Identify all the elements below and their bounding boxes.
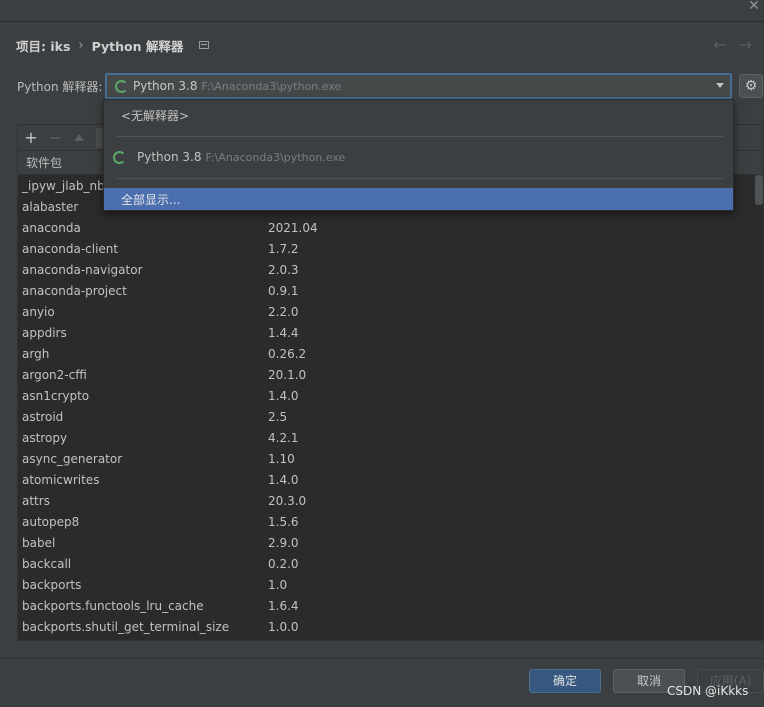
forward-arrow-icon[interactable]: → — [739, 35, 752, 54]
breadcrumb-project: 项目: iks — [16, 38, 71, 54]
table-row[interactable]: argon2-cffi 20.1.0 — [18, 364, 763, 385]
package-name: autopep8 — [22, 514, 80, 529]
package-version: 1.5.6 — [268, 514, 299, 529]
package-name: backcall — [22, 556, 72, 571]
package-version: 2.0.3 — [268, 262, 299, 277]
dropdown-divider — [116, 136, 724, 137]
table-row[interactable]: backports.shutil_get_terminal_size 1.0.0 — [18, 616, 763, 637]
dropdown-show-all-label: 全部显示... — [121, 192, 181, 207]
close-icon[interactable]: ✕ — [746, 0, 762, 14]
package-name: backports.functools_lru_cache — [22, 598, 204, 613]
package-version: 2021.04 — [268, 220, 318, 235]
interpreter-selected-name: Python 3.8 — [133, 79, 198, 93]
dropdown-item-no-interpreter[interactable]: <无解释器> — [104, 104, 733, 126]
package-version: 0.2.0 — [268, 556, 299, 571]
breadcrumb: 项目: iks › Python 解释器 — [16, 36, 210, 54]
package-version: 1.0.0 — [268, 619, 299, 634]
package-name: attrs — [22, 493, 50, 508]
table-row[interactable]: asn1crypto 1.4.0 — [18, 385, 763, 406]
package-name: anyio — [22, 304, 55, 319]
dropdown-item-show-all[interactable]: 全部显示... — [104, 188, 733, 210]
table-row[interactable]: autopep8 1.5.6 — [18, 511, 763, 532]
package-name: backports.shutil_get_terminal_size — [22, 619, 230, 634]
table-row[interactable]: atomicwrites 1.4.0 — [18, 469, 763, 490]
package-name: async_generator — [22, 451, 123, 466]
package-version: 1.10 — [268, 451, 295, 466]
table-row[interactable]: anaconda-navigator 2.0.3 — [18, 259, 763, 280]
package-name: astroid — [22, 409, 64, 424]
table-row[interactable]: async_generator 1.10 — [18, 448, 763, 469]
navigation-arrows: ← → — [713, 35, 752, 54]
table-row[interactable]: argh 0.26.2 — [18, 343, 763, 364]
table-row[interactable]: astropy 4.2.1 — [18, 427, 763, 448]
package-name: asn1crypto — [22, 388, 90, 403]
dropdown-divider — [116, 178, 724, 179]
package-version: 1.4.0 — [268, 472, 299, 487]
interpreter-dropdown: <无解释器> Python 3.8 F:\Anaconda3\python.ex… — [103, 99, 734, 211]
package-version: 1.7.2 — [268, 241, 299, 256]
package-name: anaconda-navigator — [22, 262, 143, 277]
dropdown-option-name: Python 3.8 — [137, 150, 202, 164]
upgrade-package-icon[interactable] — [74, 134, 84, 141]
package-name: anaconda — [22, 220, 81, 235]
breadcrumb-separator: › — [78, 37, 84, 53]
package-version: 1.0 — [268, 577, 288, 592]
interpreter-selected-path: F:\Anaconda3\python.exe — [201, 79, 342, 93]
table-row[interactable]: backcall 0.2.0 — [18, 553, 763, 574]
package-name: babel — [22, 535, 56, 550]
dropdown-no-interpreter-label: <无解释器> — [121, 108, 190, 123]
table-row[interactable]: backports.functools_lru_cache 1.6.4 — [18, 595, 763, 616]
window-dock-icon[interactable] — [199, 41, 210, 49]
loading-spinner-icon — [115, 79, 128, 93]
package-version: 20.1.0 — [268, 367, 307, 382]
watermark: CSDN @iKkks — [667, 684, 749, 698]
table-row[interactable]: appdirs 1.4.4 — [18, 322, 763, 343]
dropdown-item-python38[interactable]: Python 3.8 F:\Anaconda3\python.exe — [104, 146, 733, 168]
dropdown-option-path: F:\Anaconda3\python.exe — [205, 150, 346, 164]
package-version: 2.2.0 — [268, 304, 299, 319]
table-row[interactable]: anaconda-project 0.9.1 — [18, 280, 763, 301]
package-name: atomicwrites — [22, 472, 100, 487]
table-row[interactable]: anaconda 2021.04 — [18, 217, 763, 238]
package-version: 20.3.0 — [268, 493, 307, 508]
table-row[interactable]: attrs 20.3.0 — [18, 490, 763, 511]
package-version: 0.9.1 — [268, 283, 299, 298]
package-version: 1.4.0 — [268, 388, 299, 403]
interpreter-label: Python 解释器: — [17, 80, 103, 94]
table-row[interactable]: babel 2.9.0 — [18, 532, 763, 553]
chevron-down-icon[interactable] — [716, 83, 724, 88]
table-row[interactable]: anaconda-client 1.7.2 — [18, 238, 763, 259]
package-version: 4.2.1 — [268, 430, 299, 445]
interpreter-select[interactable]: Python 3.8 F:\Anaconda3\python.exe — [105, 73, 732, 99]
table-row[interactable]: backports 1.0 — [18, 574, 763, 595]
breadcrumb-page: Python 解释器 — [91, 38, 184, 54]
table-row[interactable]: anyio 2.2.0 — [18, 301, 763, 322]
gear-icon[interactable]: ⚙ — [739, 74, 763, 98]
package-name: astropy — [22, 430, 68, 445]
package-table-body: _ipyw_jlab_nb_ext_conf alabaster anaconda 2… — [18, 175, 763, 637]
package-name: appdirs — [22, 325, 67, 340]
loading-spinner-icon — [113, 150, 126, 164]
package-version: 2.9.0 — [268, 535, 299, 550]
add-package-button[interactable]: + — [22, 128, 40, 147]
package-version: 2.5 — [268, 409, 288, 424]
package-name: argh — [22, 346, 50, 361]
scrollbar[interactable] — [755, 175, 763, 205]
package-name: backports — [22, 577, 82, 592]
table-row[interactable]: astroid 2.5 — [18, 406, 763, 427]
remove-package-button[interactable]: − — [46, 128, 64, 147]
package-name: anaconda-client — [22, 241, 119, 256]
package-version: 1.4.4 — [268, 325, 299, 340]
package-name: anaconda-project — [22, 283, 127, 298]
back-arrow-icon[interactable]: ← — [713, 35, 726, 54]
ok-button[interactable]: 确定 — [529, 669, 601, 693]
title-bar: ✕ — [0, 0, 764, 22]
package-version: 0.26.2 — [268, 346, 307, 361]
package-version: 1.6.4 — [268, 598, 299, 613]
package-name: argon2-cffi — [22, 367, 87, 382]
